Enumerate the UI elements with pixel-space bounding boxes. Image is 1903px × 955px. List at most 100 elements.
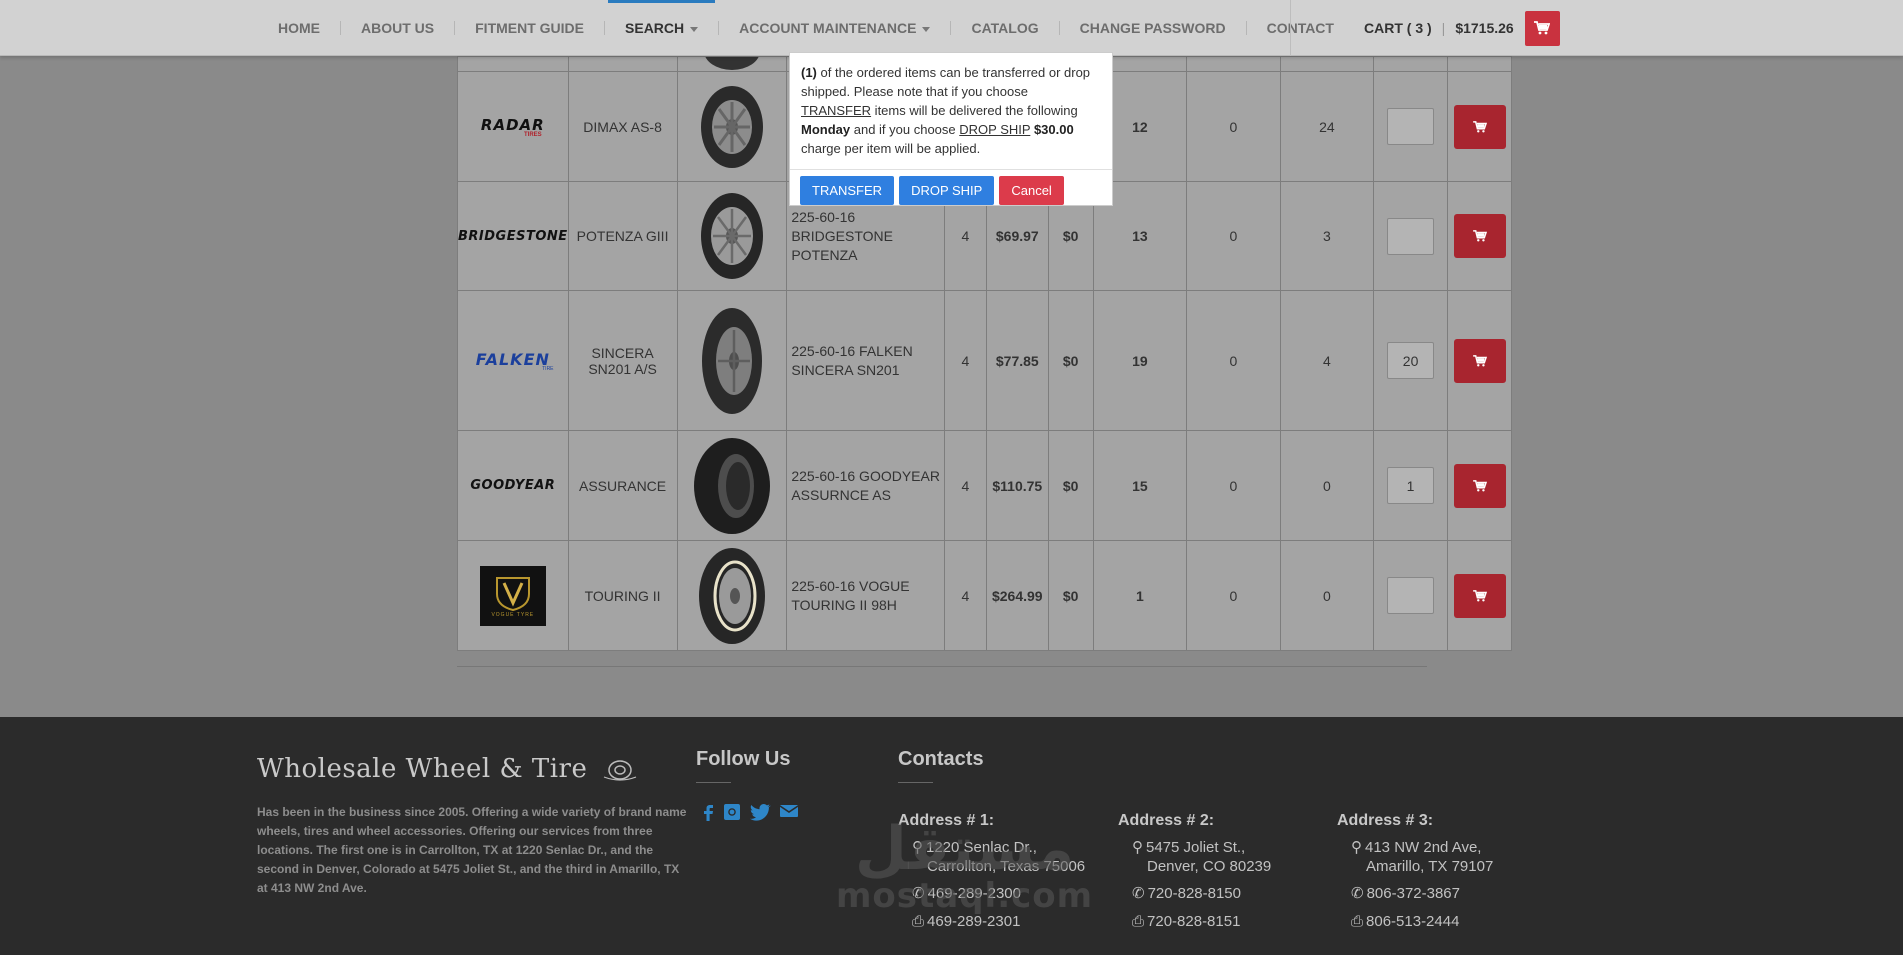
stock-cell-2: 0 xyxy=(1186,430,1281,541)
description-cell: 225-60-16 GOODYEAR ASSURNCE AS xyxy=(786,430,946,541)
stock-cell-3: 24 xyxy=(1279,71,1375,182)
order-qty-input[interactable] xyxy=(1387,342,1435,379)
nav-home[interactable]: HOME xyxy=(258,21,341,35)
chevron-down-icon xyxy=(922,26,931,32)
qty-cell: 4 xyxy=(944,290,987,431)
model-cell: POTENZA GIII xyxy=(567,181,678,291)
stock-cell-2: 0 xyxy=(1186,71,1281,182)
tire-image-cell xyxy=(676,290,788,431)
address-3-phone-number: 806-372-3867 xyxy=(1366,885,1460,902)
nav-account-label: ACCOUNT MAINTENANCE xyxy=(739,20,917,36)
cancel-button[interactable]: Cancel xyxy=(999,176,1064,205)
stock-cell-3: 0 xyxy=(1279,540,1375,651)
price-cell: $110.75 xyxy=(985,430,1049,541)
modal-message: (1) of the ordered items can be transfer… xyxy=(790,53,1112,158)
address-2-street: 5475 Joliet St., xyxy=(1146,839,1246,856)
table-cell xyxy=(1186,56,1281,72)
shopping-cart-icon xyxy=(1472,354,1487,366)
map-marker-icon: ⚲ xyxy=(1132,839,1143,856)
modal-text-1: of the ordered items can be transferred … xyxy=(801,65,1091,99)
nav-search-label: SEARCH xyxy=(625,20,685,36)
tire-image-cell xyxy=(676,181,788,291)
add-to-cart-cell xyxy=(1447,430,1512,541)
fax-icon: ⎙ xyxy=(1351,913,1364,930)
stock-cell-2: 0 xyxy=(1186,290,1281,431)
model-cell: ASSURANCE xyxy=(567,430,678,541)
stock-cell-1: 19 xyxy=(1092,290,1188,431)
add-to-cart-button[interactable] xyxy=(1453,573,1506,618)
order-qty-cell xyxy=(1373,290,1448,431)
add-to-cart-cell xyxy=(1447,540,1512,651)
tire-image xyxy=(700,85,763,168)
order-qty-input[interactable] xyxy=(1387,108,1435,145)
nav-fitment-guide[interactable]: FITMENT GUIDE xyxy=(455,21,606,35)
cart-button[interactable] xyxy=(1524,10,1560,46)
modal-footer: TRANSFER DROP SHIP Cancel xyxy=(790,169,1112,205)
model-cell: DIMAX AS-8 xyxy=(567,71,678,182)
nav-about-us[interactable]: ABOUT US xyxy=(341,21,456,35)
address-2-phone: ✆ 720-828-8150 xyxy=(1132,884,1241,903)
shopping-cart-icon xyxy=(1472,589,1487,601)
nav-change-password[interactable]: CHANGE PASSWORD xyxy=(1060,21,1247,35)
add-to-cart-button[interactable] xyxy=(1453,104,1506,149)
add-to-cart-button[interactable] xyxy=(1453,338,1506,383)
address-2-line1: ⚲ 5475 Joliet St., xyxy=(1132,838,1245,857)
shopping-cart-icon xyxy=(1472,120,1487,132)
footer-logo-text: Wholesale Wheel & Tire xyxy=(257,754,588,784)
footer-logo: Wholesale Wheel & Tire xyxy=(257,754,638,784)
nav-divider xyxy=(1290,0,1291,56)
order-qty-input[interactable] xyxy=(1387,217,1435,255)
watermark-english: mostaql.com xyxy=(836,876,1094,916)
address-2-fax-number: 720-828-8151 xyxy=(1147,913,1241,930)
email-icon[interactable] xyxy=(779,803,799,826)
order-qty-cell xyxy=(1373,181,1448,291)
shopping-cart-icon xyxy=(1534,21,1551,35)
brand-logo-goodyear: GOODYEAR xyxy=(457,430,569,541)
nav-catalog[interactable]: CATALOG xyxy=(951,21,1060,35)
nav-search[interactable]: SEARCH xyxy=(605,0,720,36)
table-row: FALKEN TIRE SINCERA SN201 A/S 225-60-16 … xyxy=(457,290,1512,431)
add-to-cart-button[interactable] xyxy=(1453,214,1506,258)
modal-dropship-word: DROP SHIP xyxy=(959,122,1031,137)
order-qty-cell xyxy=(1373,71,1448,182)
description-cell: 225-60-16 VOGUE TOURING II 98H xyxy=(786,540,946,651)
vogue-logo-badge: VOGUE TYRE xyxy=(479,565,546,626)
nav-contact[interactable]: CONTACT xyxy=(1247,21,1354,35)
social-links xyxy=(701,803,799,826)
fee-cell: $0 xyxy=(1047,290,1094,431)
instagram-icon[interactable] xyxy=(723,803,741,826)
stock-cell-1: 15 xyxy=(1092,430,1188,541)
address-3-street: 413 NW 2nd Ave, xyxy=(1365,839,1482,856)
transfer-button[interactable]: TRANSFER xyxy=(800,176,895,205)
table-cell xyxy=(1279,56,1375,72)
tire-image-cell xyxy=(676,430,788,541)
phone-icon: ✆ xyxy=(1351,885,1364,902)
footer-about: Has been in the business since 2005. Off… xyxy=(257,805,687,895)
nav-account-maintenance[interactable]: ACCOUNT MAINTENANCE xyxy=(719,20,952,36)
stock-cell-1: 1 xyxy=(1092,540,1188,651)
price-cell: $77.85 xyxy=(985,290,1049,431)
drop-ship-button[interactable]: DROP SHIP xyxy=(899,176,995,205)
shipping-option-modal: (1) of the ordered items can be transfer… xyxy=(789,52,1113,206)
tire-image xyxy=(701,307,762,414)
brand-logo-text: BRIDGESTONE xyxy=(458,228,568,244)
fee-cell: $0 xyxy=(1047,540,1094,651)
table-cell xyxy=(676,56,788,72)
order-qty-input[interactable] xyxy=(1387,577,1435,614)
price-cell: $264.99 xyxy=(985,540,1049,651)
stock-cell-3: 0 xyxy=(1279,430,1375,541)
brand-logo-radar: RADAR TIRES xyxy=(457,71,569,182)
tire-image xyxy=(705,57,759,70)
tire-image-cell xyxy=(676,540,788,651)
address-2-fax: ⎙ 720-828-8151 xyxy=(1132,912,1240,931)
facebook-icon[interactable] xyxy=(701,803,715,826)
table-cell xyxy=(1373,56,1448,72)
cart-label[interactable]: CART ( 3 ) xyxy=(1364,20,1432,36)
add-to-cart-cell xyxy=(1447,181,1512,291)
order-qty-input[interactable] xyxy=(1387,467,1435,504)
table-cell xyxy=(457,56,569,72)
address-3-line2: Amarillo, TX 79107 xyxy=(1366,858,1494,875)
add-to-cart-button[interactable] xyxy=(1453,463,1506,508)
modal-text-2: items will be delivered the following xyxy=(871,103,1078,118)
twitter-icon[interactable] xyxy=(749,803,771,826)
